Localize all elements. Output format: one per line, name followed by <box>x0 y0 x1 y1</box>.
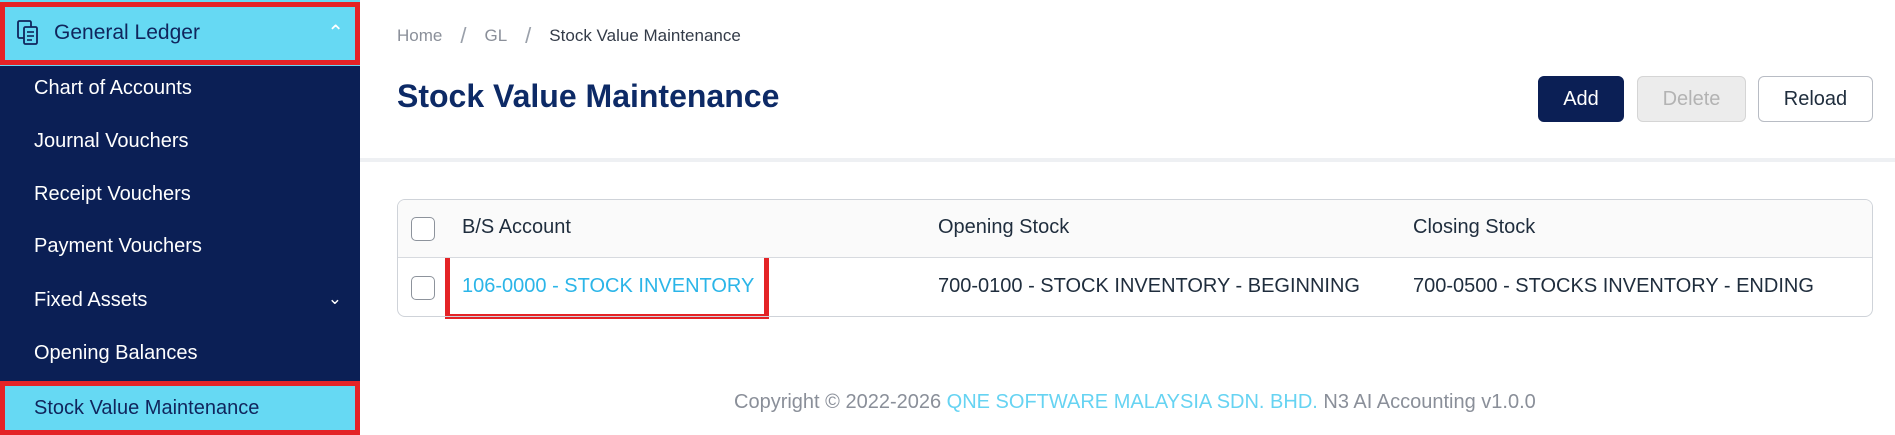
sidebar-item-stock-value-maintenance[interactable]: Stock Value Maintenance <box>0 381 360 435</box>
reload-button[interactable]: Reload <box>1758 76 1873 122</box>
footer-prefix: Copyright © 2022-2026 <box>734 391 942 413</box>
sidebar-item-chart-of-accounts[interactable]: Chart of Accounts <box>0 62 360 115</box>
chevron-up-icon[interactable]: ⌃ <box>327 20 344 45</box>
footer-copyright: Copyright © 2022-2026 QNE SOFTWARE MALAY… <box>734 391 1536 414</box>
sidebar-item-opening-balances[interactable]: Opening Balances <box>0 327 360 380</box>
breadcrumb: Home / GL / Stock Value Maintenance <box>397 23 741 49</box>
footer-company-link[interactable]: QNE SOFTWARE MALAYSIA SDN. BHD. <box>947 391 1318 413</box>
page-title: Stock Value Maintenance <box>397 78 780 114</box>
footer-version: N3 AI Accounting v1.0.0 <box>1323 391 1536 413</box>
bs-account-link[interactable]: 106-0000 - STOCK INVENTORY <box>462 275 754 298</box>
sidebar-item-label: Receipt Vouchers <box>34 183 191 205</box>
closing-stock-cell: 700-0500 - STOCKS INVENTORY - ENDING <box>1413 275 1814 297</box>
sidebar-group-label: General Ledger <box>54 21 200 44</box>
sidebar-item-label: Stock Value Maintenance <box>34 396 260 419</box>
opening-stock-cell: 700-0100 - STOCK INVENTORY - BEGINNING <box>938 275 1360 297</box>
sidebar: General Ledger ⌃ Chart of Accounts Journ… <box>0 0 360 435</box>
column-header-bs-account[interactable]: B/S Account <box>462 216 571 239</box>
row-checkbox[interactable] <box>411 276 435 300</box>
select-all-checkbox[interactable] <box>411 217 435 241</box>
breadcrumb-separator: / <box>525 23 532 48</box>
delete-button[interactable]: Delete <box>1637 76 1746 122</box>
sidebar-item-label: Chart of Accounts <box>34 77 192 99</box>
stock-value-table: B/S Account Opening Stock Closing Stock … <box>397 199 1873 317</box>
column-header-closing-stock[interactable]: Closing Stock <box>1413 216 1535 239</box>
sidebar-item-receipt-vouchers[interactable]: Receipt Vouchers <box>0 168 360 221</box>
header-divider <box>360 158 1895 162</box>
sidebar-item-fixed-assets[interactable]: Fixed Assets ⌄ <box>0 274 360 327</box>
breadcrumb-separator: / <box>460 23 467 48</box>
sidebar-item-label: Opening Balances <box>34 342 198 364</box>
sidebar-item-payment-vouchers[interactable]: Payment Vouchers <box>0 220 360 273</box>
breadcrumb-gl[interactable]: GL <box>484 26 507 46</box>
sidebar-item-label: Payment Vouchers <box>34 235 202 257</box>
sidebar-item-label: Journal Vouchers <box>34 130 189 152</box>
sidebar-item-journal-vouchers[interactable]: Journal Vouchers <box>0 115 360 168</box>
table-header: B/S Account Opening Stock Closing Stock <box>398 200 1872 258</box>
breadcrumb-current: Stock Value Maintenance <box>549 26 741 45</box>
sidebar-group-general-ledger[interactable]: General Ledger ⌃ <box>0 0 360 66</box>
ledger-icon <box>16 20 40 46</box>
column-header-opening-stock[interactable]: Opening Stock <box>938 216 1069 239</box>
breadcrumb-home[interactable]: Home <box>397 26 442 46</box>
chevron-down-icon[interactable]: ⌄ <box>328 289 342 309</box>
table-row[interactable]: 106-0000 - STOCK INVENTORY 700-0100 - ST… <box>398 258 1872 316</box>
add-button[interactable]: Add <box>1538 76 1624 122</box>
sidebar-item-label: Fixed Assets <box>34 289 148 311</box>
